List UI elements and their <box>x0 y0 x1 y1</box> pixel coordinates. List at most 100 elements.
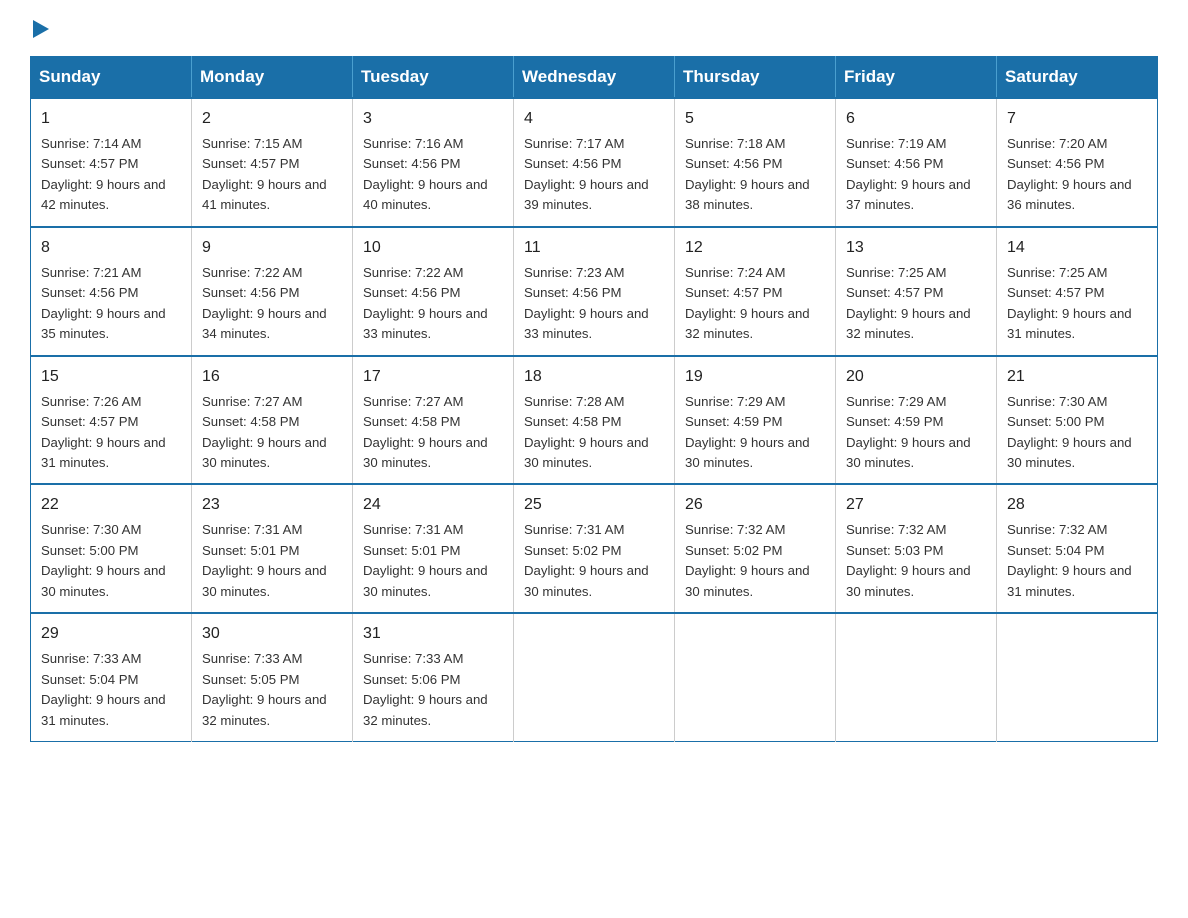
day-info: Sunrise: 7:17 AMSunset: 4:56 PMDaylight:… <box>524 134 664 216</box>
calendar-day-header: Wednesday <box>514 57 675 99</box>
day-info: Sunrise: 7:33 AMSunset: 5:06 PMDaylight:… <box>363 649 503 731</box>
day-number: 1 <box>41 107 181 131</box>
calendar-day-cell: 28 Sunrise: 7:32 AMSunset: 5:04 PMDaylig… <box>997 484 1158 613</box>
day-info: Sunrise: 7:31 AMSunset: 5:02 PMDaylight:… <box>524 520 664 602</box>
day-number: 11 <box>524 236 664 260</box>
day-info: Sunrise: 7:21 AMSunset: 4:56 PMDaylight:… <box>41 263 181 345</box>
calendar-day-cell: 16 Sunrise: 7:27 AMSunset: 4:58 PMDaylig… <box>192 356 353 485</box>
day-number: 17 <box>363 365 503 389</box>
calendar-day-cell <box>514 613 675 741</box>
day-number: 3 <box>363 107 503 131</box>
day-number: 5 <box>685 107 825 131</box>
day-info: Sunrise: 7:22 AMSunset: 4:56 PMDaylight:… <box>202 263 342 345</box>
day-info: Sunrise: 7:32 AMSunset: 5:02 PMDaylight:… <box>685 520 825 602</box>
day-number: 20 <box>846 365 986 389</box>
day-number: 12 <box>685 236 825 260</box>
day-info: Sunrise: 7:16 AMSunset: 4:56 PMDaylight:… <box>363 134 503 216</box>
day-number: 26 <box>685 493 825 517</box>
calendar-day-cell: 26 Sunrise: 7:32 AMSunset: 5:02 PMDaylig… <box>675 484 836 613</box>
calendar-day-cell <box>675 613 836 741</box>
calendar-day-cell: 27 Sunrise: 7:32 AMSunset: 5:03 PMDaylig… <box>836 484 997 613</box>
day-number: 14 <box>1007 236 1147 260</box>
day-info: Sunrise: 7:32 AMSunset: 5:03 PMDaylight:… <box>846 520 986 602</box>
calendar-day-cell: 23 Sunrise: 7:31 AMSunset: 5:01 PMDaylig… <box>192 484 353 613</box>
calendar-day-cell: 30 Sunrise: 7:33 AMSunset: 5:05 PMDaylig… <box>192 613 353 741</box>
calendar-header-row: SundayMondayTuesdayWednesdayThursdayFrid… <box>31 57 1158 99</box>
day-number: 9 <box>202 236 342 260</box>
day-info: Sunrise: 7:20 AMSunset: 4:56 PMDaylight:… <box>1007 134 1147 216</box>
day-number: 31 <box>363 622 503 646</box>
day-info: Sunrise: 7:28 AMSunset: 4:58 PMDaylight:… <box>524 392 664 474</box>
day-number: 10 <box>363 236 503 260</box>
calendar-day-cell: 1 Sunrise: 7:14 AMSunset: 4:57 PMDayligh… <box>31 98 192 227</box>
day-info: Sunrise: 7:23 AMSunset: 4:56 PMDaylight:… <box>524 263 664 345</box>
calendar-week-row: 29 Sunrise: 7:33 AMSunset: 5:04 PMDaylig… <box>31 613 1158 741</box>
day-info: Sunrise: 7:22 AMSunset: 4:56 PMDaylight:… <box>363 263 503 345</box>
day-number: 4 <box>524 107 664 131</box>
day-number: 19 <box>685 365 825 389</box>
day-number: 7 <box>1007 107 1147 131</box>
calendar-day-cell: 6 Sunrise: 7:19 AMSunset: 4:56 PMDayligh… <box>836 98 997 227</box>
day-number: 25 <box>524 493 664 517</box>
calendar-day-cell: 29 Sunrise: 7:33 AMSunset: 5:04 PMDaylig… <box>31 613 192 741</box>
day-number: 23 <box>202 493 342 517</box>
page-header <box>30 20 1158 38</box>
day-info: Sunrise: 7:31 AMSunset: 5:01 PMDaylight:… <box>363 520 503 602</box>
calendar-day-cell: 13 Sunrise: 7:25 AMSunset: 4:57 PMDaylig… <box>836 227 997 356</box>
day-number: 15 <box>41 365 181 389</box>
calendar-day-header: Tuesday <box>353 57 514 99</box>
day-info: Sunrise: 7:27 AMSunset: 4:58 PMDaylight:… <box>202 392 342 474</box>
calendar-week-row: 8 Sunrise: 7:21 AMSunset: 4:56 PMDayligh… <box>31 227 1158 356</box>
day-number: 22 <box>41 493 181 517</box>
logo <box>30 20 49 38</box>
calendar-week-row: 15 Sunrise: 7:26 AMSunset: 4:57 PMDaylig… <box>31 356 1158 485</box>
calendar-day-cell <box>997 613 1158 741</box>
day-info: Sunrise: 7:30 AMSunset: 5:00 PMDaylight:… <box>41 520 181 602</box>
calendar-day-cell: 5 Sunrise: 7:18 AMSunset: 4:56 PMDayligh… <box>675 98 836 227</box>
day-info: Sunrise: 7:14 AMSunset: 4:57 PMDaylight:… <box>41 134 181 216</box>
day-info: Sunrise: 7:18 AMSunset: 4:56 PMDaylight:… <box>685 134 825 216</box>
calendar-day-header: Friday <box>836 57 997 99</box>
day-number: 24 <box>363 493 503 517</box>
day-info: Sunrise: 7:30 AMSunset: 5:00 PMDaylight:… <box>1007 392 1147 474</box>
calendar-day-cell: 18 Sunrise: 7:28 AMSunset: 4:58 PMDaylig… <box>514 356 675 485</box>
calendar-body: 1 Sunrise: 7:14 AMSunset: 4:57 PMDayligh… <box>31 98 1158 742</box>
day-number: 18 <box>524 365 664 389</box>
calendar-day-header: Sunday <box>31 57 192 99</box>
day-info: Sunrise: 7:19 AMSunset: 4:56 PMDaylight:… <box>846 134 986 216</box>
calendar-day-cell: 12 Sunrise: 7:24 AMSunset: 4:57 PMDaylig… <box>675 227 836 356</box>
calendar-day-cell: 8 Sunrise: 7:21 AMSunset: 4:56 PMDayligh… <box>31 227 192 356</box>
day-number: 13 <box>846 236 986 260</box>
day-info: Sunrise: 7:31 AMSunset: 5:01 PMDaylight:… <box>202 520 342 602</box>
day-info: Sunrise: 7:27 AMSunset: 4:58 PMDaylight:… <box>363 392 503 474</box>
calendar-day-header: Saturday <box>997 57 1158 99</box>
calendar-week-row: 1 Sunrise: 7:14 AMSunset: 4:57 PMDayligh… <box>31 98 1158 227</box>
day-info: Sunrise: 7:29 AMSunset: 4:59 PMDaylight:… <box>685 392 825 474</box>
day-info: Sunrise: 7:33 AMSunset: 5:05 PMDaylight:… <box>202 649 342 731</box>
calendar-day-cell: 17 Sunrise: 7:27 AMSunset: 4:58 PMDaylig… <box>353 356 514 485</box>
calendar-day-cell: 7 Sunrise: 7:20 AMSunset: 4:56 PMDayligh… <box>997 98 1158 227</box>
day-number: 21 <box>1007 365 1147 389</box>
day-info: Sunrise: 7:25 AMSunset: 4:57 PMDaylight:… <box>846 263 986 345</box>
day-info: Sunrise: 7:25 AMSunset: 4:57 PMDaylight:… <box>1007 263 1147 345</box>
calendar-day-cell: 4 Sunrise: 7:17 AMSunset: 4:56 PMDayligh… <box>514 98 675 227</box>
day-info: Sunrise: 7:26 AMSunset: 4:57 PMDaylight:… <box>41 392 181 474</box>
day-number: 2 <box>202 107 342 131</box>
day-number: 27 <box>846 493 986 517</box>
calendar-day-cell: 21 Sunrise: 7:30 AMSunset: 5:00 PMDaylig… <box>997 356 1158 485</box>
calendar-day-cell: 22 Sunrise: 7:30 AMSunset: 5:00 PMDaylig… <box>31 484 192 613</box>
calendar-table: SundayMondayTuesdayWednesdayThursdayFrid… <box>30 56 1158 742</box>
calendar-day-cell: 14 Sunrise: 7:25 AMSunset: 4:57 PMDaylig… <box>997 227 1158 356</box>
calendar-week-row: 22 Sunrise: 7:30 AMSunset: 5:00 PMDaylig… <box>31 484 1158 613</box>
day-info: Sunrise: 7:15 AMSunset: 4:57 PMDaylight:… <box>202 134 342 216</box>
calendar-day-cell: 15 Sunrise: 7:26 AMSunset: 4:57 PMDaylig… <box>31 356 192 485</box>
day-number: 6 <box>846 107 986 131</box>
calendar-day-cell: 24 Sunrise: 7:31 AMSunset: 5:01 PMDaylig… <box>353 484 514 613</box>
calendar-day-header: Monday <box>192 57 353 99</box>
day-info: Sunrise: 7:24 AMSunset: 4:57 PMDaylight:… <box>685 263 825 345</box>
day-info: Sunrise: 7:33 AMSunset: 5:04 PMDaylight:… <box>41 649 181 731</box>
calendar-day-cell <box>836 613 997 741</box>
day-number: 29 <box>41 622 181 646</box>
calendar-day-cell: 25 Sunrise: 7:31 AMSunset: 5:02 PMDaylig… <box>514 484 675 613</box>
day-info: Sunrise: 7:29 AMSunset: 4:59 PMDaylight:… <box>846 392 986 474</box>
